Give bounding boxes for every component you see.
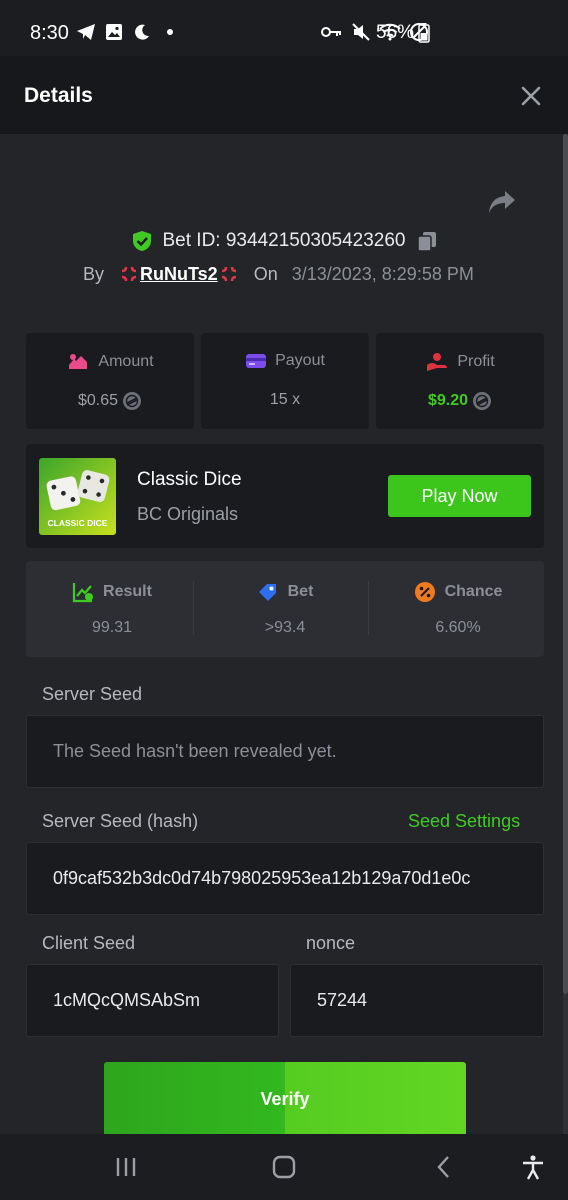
server-hash-label: Server Seed (hash) [42,811,199,831]
back-icon[interactable] [430,1153,458,1181]
game-name: Classic Dice [137,469,242,490]
profit-icon [427,353,448,371]
server-seed-field[interactable]: The Seed hasn't been revealed yet. [26,715,544,788]
bet-value: >93.4 [264,619,306,636]
mute-icon [350,22,372,42]
amount-label: Amount [98,353,154,370]
moon-icon [132,22,152,42]
dot-icon [160,22,180,42]
bet-tag-icon [258,584,276,601]
profit-card: Profit $9.20 [376,333,544,429]
scrollbar-thumb[interactable] [563,134,568,994]
divider [193,581,194,635]
amount-icon [69,354,88,369]
anger-symbol-icon [221,266,236,282]
chance-label: Chance [444,583,503,600]
client-seed-field[interactable]: 1cMQcQMSAbSm [26,964,279,1037]
bet-date: 3/13/2023, 8:29:58 PM [291,263,474,284]
accessibility-icon[interactable] [519,1153,547,1181]
game-provider: BC Originals [137,504,239,524]
percent-icon [414,582,435,602]
user-name: RuNuTs2 [140,263,218,284]
amount-card: Amount $0.65 [26,333,194,429]
bet-id-row: Bet ID: 93442150305423260 [0,228,568,254]
gallery-icon [104,22,124,42]
bet-id: Bet ID: 93442150305423260 [162,230,406,251]
battery-icon [418,23,430,43]
profit-label: Profit [457,353,495,370]
system-nav-bar [0,1134,568,1200]
status-left-icons [76,22,180,42]
coin-icon [123,392,142,410]
profit-value: $9.20 [427,392,469,409]
battery-indicator: 56% [376,22,430,44]
status-time: 8:30 [30,22,69,44]
result-card: Result 99.31 Bet >93.4 Chance 6.60% [26,561,544,657]
copy-icon[interactable] [416,230,438,252]
on-label: On [253,263,278,284]
server-seed-value: The Seed hasn't been revealed yet. [53,741,337,761]
seed-settings-link[interactable]: Seed Settings [408,811,520,832]
server-seed-label: Server Seed [42,684,143,704]
user-link[interactable]: RuNuTs2 [120,264,238,285]
verify-button[interactable]: Verify [104,1062,466,1136]
result-column: Result 99.31 [26,561,198,657]
battery-percent: 56% [376,22,415,43]
payout-icon [246,354,267,368]
game-thumb-label: CLASSIC DICE [48,518,108,528]
client-seed-value: 1cMQcQMSAbSm [53,990,201,1010]
details-header: Details [0,56,568,134]
anger-symbol-icon [121,266,137,282]
nonce-value: 57244 [317,990,368,1010]
bet-meta-row: By RuNuTs2 On 3/13/2023, 8:29:58 PM [83,261,474,287]
bet-label: Bet [287,583,314,600]
coin-icon [473,392,492,410]
telegram-icon [76,22,96,42]
result-chart-icon [72,583,94,603]
bet-column: Bet >93.4 [199,561,371,657]
page-title: Details [24,84,93,107]
game-card: CLASSIC DICE Classic Dice BC Originals P… [26,444,544,548]
chance-column: Chance 6.60% [372,561,544,657]
share-icon[interactable] [487,188,517,216]
payout-label: Payout [275,352,325,369]
nonce-label: nonce [306,933,356,953]
result-value: 99.31 [91,619,133,636]
result-label: Result [103,583,152,600]
payout-value: 15 x [269,391,301,408]
close-icon[interactable] [518,83,544,109]
recents-icon[interactable] [112,1153,140,1181]
server-hash-field[interactable]: 0f9caf532b3dc0d74b798025953ea12b129a70d1… [26,842,544,915]
play-now-button[interactable]: Play Now [388,475,531,517]
payout-card: Payout 15 x [201,333,369,429]
amount-value: $0.65 [77,392,119,409]
divider [368,581,369,635]
status-bar: 8:30 56% [0,0,568,64]
by-label: By [83,263,105,284]
key-icon [321,22,343,42]
server-hash-value: 0f9caf532b3dc0d74b798025953ea12b129a70d1… [53,868,471,888]
nonce-field[interactable]: 57244 [290,964,544,1037]
verified-shield-icon [132,231,151,251]
client-seed-label: Client Seed [42,933,136,953]
chance-value: 6.60% [435,619,481,636]
game-thumbnail[interactable]: CLASSIC DICE [39,458,116,535]
home-icon[interactable] [270,1153,298,1181]
